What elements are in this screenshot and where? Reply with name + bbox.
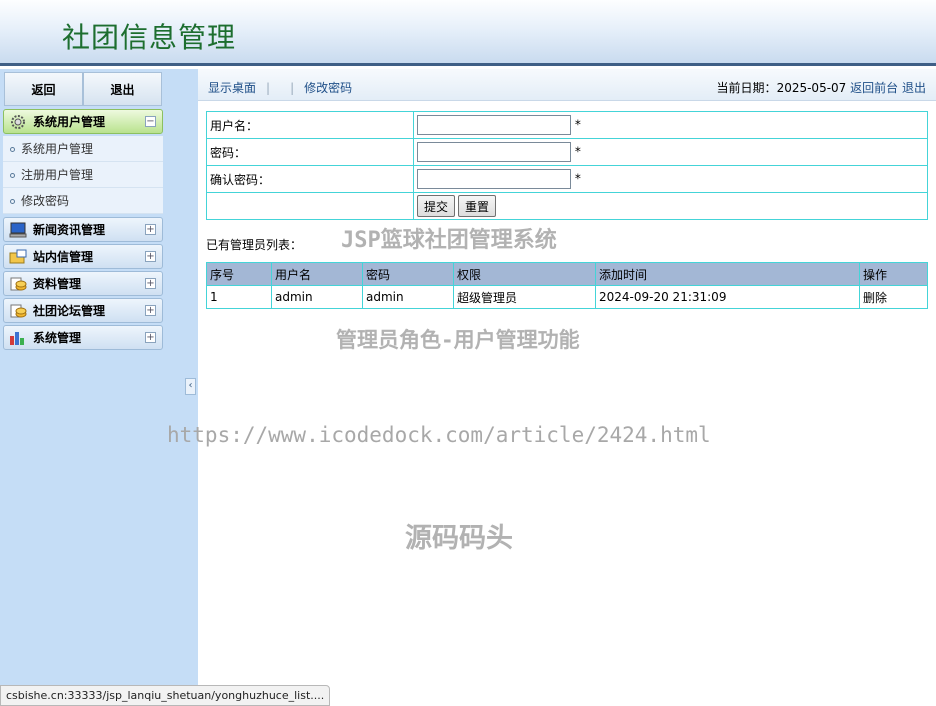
bullet-icon [10, 173, 15, 178]
expand-toggle-icon[interactable]: + [145, 224, 156, 235]
expand-toggle-icon[interactable]: + [145, 251, 156, 262]
username-input[interactable] [417, 115, 571, 135]
date-label: 当前日期： [716, 81, 777, 95]
divider: | [290, 81, 295, 95]
topbar-links: 显示桌面 | | 修改密码 [208, 79, 352, 96]
submenu-item-label: 系统用户管理 [21, 142, 94, 156]
main-content: 显示桌面 | | 修改密码 当前日期：2025-05-07 返回前台 退出 用户名： … [198, 69, 936, 706]
collapse-toggle-icon[interactable]: − [145, 116, 156, 127]
sidebar-collapse-handle[interactable]: ‹ [185, 378, 196, 395]
watermark-feature: 管理员角色-用户管理功能 [336, 328, 580, 352]
cell-role: 超级管理员 [453, 285, 596, 309]
monitor-icon [9, 222, 27, 238]
menu-group-news: 新闻资讯管理 + [3, 217, 163, 242]
table-row: 1 admin admin 超级管理员 2024-09-20 21:31:09 … [206, 285, 928, 309]
add-admin-form: 用户名： * 密码： * 确认密码： * 提交 重置 [206, 111, 928, 220]
password-input[interactable] [417, 142, 571, 162]
browser-status-url: csbishe.cn:33333/jsp_lanqiu_shetuan/yong… [0, 685, 331, 706]
show-desktop-link[interactable]: 显示桌面 [208, 81, 256, 95]
app-title: 社团信息管理 [62, 21, 237, 54]
expand-toggle-icon[interactable]: + [145, 305, 156, 316]
back-front-link[interactable]: 返回前台 [850, 81, 898, 95]
column-header: 添加时间 [595, 262, 860, 286]
menu-group-header-system[interactable]: 系统管理 + [3, 325, 163, 350]
reset-button[interactable]: 重置 [458, 195, 497, 217]
column-header: 操作 [859, 262, 928, 286]
confirm-password-input[interactable] [417, 169, 571, 189]
logout-button[interactable]: 退出 [83, 72, 162, 106]
menu-group-label: 社团论坛管理 [33, 304, 106, 318]
top-navbar: 显示桌面 | | 修改密码 当前日期：2025-05-07 返回前台 退出 [198, 69, 936, 101]
form-buttons-cell: 提交 重置 [413, 192, 928, 220]
coins-icon [9, 276, 27, 292]
required-mark: * [574, 117, 581, 132]
password-label: 密码： [206, 138, 414, 166]
watermark-brand: 源码码头 [405, 523, 513, 554]
menu-group-messages: 站内信管理 + [3, 244, 163, 269]
change-password-link[interactable]: 修改密码 [304, 81, 352, 95]
menu-group-forum: 社团论坛管理 + [3, 298, 163, 323]
menu-group-label: 系统管理 [33, 331, 82, 345]
sidebar-menu: 系统用户管理 − 系统用户管理 注册用户管理 修改密码 新闻资讯管理 + 站内信… [3, 109, 163, 352]
menu-group-system: 系统管理 + [3, 325, 163, 350]
cell-no: 1 [206, 285, 272, 309]
divider: | [266, 81, 271, 95]
delete-link[interactable]: 删除 [859, 285, 928, 309]
admin-table: 序号 用户名 密码 权限 添加时间 操作 1 admin admin 超级管理员… [206, 262, 928, 309]
folder-mail-icon [9, 249, 27, 265]
submenu-item-label: 修改密码 [21, 194, 70, 208]
confirm-password-label: 确认密码： [206, 165, 414, 193]
submenu-item-registered-users[interactable]: 注册用户管理 [3, 162, 163, 188]
menu-group-materials: 资料管理 + [3, 271, 163, 296]
sidebar: 返回 退出 系统用户管理 − 系统用户管理 注册用户管理 修改密码 新闻资讯管理… [0, 69, 198, 706]
menu-group-header-system-users[interactable]: 系统用户管理 − [3, 109, 163, 134]
column-header: 用户名 [271, 262, 363, 286]
cell-password: admin [362, 285, 454, 309]
required-mark: * [574, 171, 581, 186]
username-cell: * [413, 111, 928, 139]
bar-chart-icon [9, 330, 27, 346]
date-value: 2025-05-07 [776, 81, 847, 95]
sidebar-top-buttons: 返回 退出 [4, 72, 162, 106]
username-label: 用户名： [206, 111, 414, 139]
required-mark: * [574, 144, 581, 159]
submenu: 系统用户管理 注册用户管理 修改密码 [3, 136, 163, 214]
column-header: 序号 [206, 262, 272, 286]
back-button[interactable]: 返回 [4, 72, 83, 106]
submenu-item-system-users[interactable]: 系统用户管理 [3, 136, 163, 162]
watermark-system-name: JSP篮球社团管理系统 [341, 228, 557, 253]
menu-group-label: 资料管理 [33, 277, 82, 291]
logout-link[interactable]: 退出 [902, 81, 926, 95]
column-header: 密码 [362, 262, 454, 286]
gear-icon [9, 114, 27, 130]
menu-group-label: 站内信管理 [33, 250, 94, 264]
coins-icon [9, 303, 27, 319]
menu-group-header-messages[interactable]: 站内信管理 + [3, 244, 163, 269]
confirm-password-cell: * [413, 165, 928, 193]
bullet-icon [10, 199, 15, 204]
submenu-item-label: 注册用户管理 [21, 168, 94, 182]
menu-group-header-news[interactable]: 新闻资讯管理 + [3, 217, 163, 242]
table-header-row: 序号 用户名 密码 权限 添加时间 操作 [206, 262, 928, 286]
password-cell: * [413, 138, 928, 166]
menu-group-header-forum[interactable]: 社团论坛管理 + [3, 298, 163, 323]
topbar-right: 当前日期：2025-05-07 返回前台 退出 [717, 79, 926, 96]
expand-toggle-icon[interactable]: + [145, 332, 156, 343]
app-header: 社团信息管理 [0, 0, 936, 66]
cell-added-time: 2024-09-20 21:31:09 [595, 285, 860, 309]
menu-group-header-materials[interactable]: 资料管理 + [3, 271, 163, 296]
column-header: 权限 [453, 262, 596, 286]
cell-username: admin [271, 285, 363, 309]
menu-group-label: 系统用户管理 [33, 115, 106, 129]
menu-group-label: 新闻资讯管理 [33, 223, 106, 237]
expand-toggle-icon[interactable]: + [145, 278, 156, 289]
admin-list-title: 已有管理员列表： [206, 238, 303, 252]
empty-cell [206, 192, 414, 220]
menu-group-system-users: 系统用户管理 − 系统用户管理 注册用户管理 修改密码 [3, 109, 163, 214]
bullet-icon [10, 147, 15, 152]
watermark-url: https://www.icodedock.com/article/2424.h… [167, 423, 711, 447]
submit-button[interactable]: 提交 [417, 195, 456, 217]
submenu-item-change-password[interactable]: 修改密码 [3, 188, 163, 214]
